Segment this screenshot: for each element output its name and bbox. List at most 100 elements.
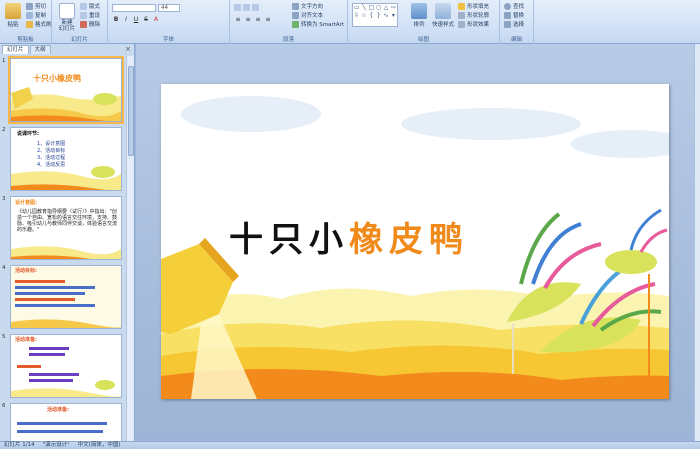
slide-thumb-5[interactable]: 活动准备: <box>10 334 122 398</box>
textbox-shape-icon[interactable]: ▭ <box>353 4 360 12</box>
thumbnail-list: 1 十只小橡皮鸭 2 说课环节: 1、设计意图 2、活动目标 3、活动过程 4、… <box>0 56 127 441</box>
layout-icon <box>80 2 87 10</box>
select-icon <box>504 20 511 28</box>
thumb-4-title: 活动目标: <box>15 268 37 274</box>
shape-outline-button[interactable]: 形状轮廓 <box>458 11 489 19</box>
bold-button[interactable]: B <box>112 16 120 24</box>
font-size-combo[interactable]: 44 <box>158 4 180 12</box>
thumb-3-body: 《幼儿园教育指导纲要（试行）》中指出："创造一个自由、宽松的语言交往环境，支持、… <box>17 209 118 233</box>
close-icon[interactable]: × <box>125 45 131 53</box>
thumb-1-art <box>11 59 121 121</box>
clipboard-group: 粘贴 剪切 复制 格式刷 剪贴板 <box>0 0 52 44</box>
paragraph-group: 文字方向 对齐文本 转换为 SmartArt ≡ ≡ ≡ ≡ 段落 <box>230 0 348 44</box>
new-slide-button[interactable]: 新建 幻灯片 <box>56 3 78 32</box>
status-bar: 幻灯片 1/14 "演示设计" 中文(简体，中国) <box>0 441 700 449</box>
list-buttons-row <box>234 3 259 11</box>
main-vertical-scrollbar[interactable] <box>694 44 700 441</box>
italic-button[interactable]: I <box>122 16 130 24</box>
smartart-icon <box>292 20 299 28</box>
slide-title[interactable]: 十只小橡皮鸭 <box>229 212 469 261</box>
curve-shape-icon[interactable]: ∿ <box>382 12 389 20</box>
slide-thumb-6[interactable]: 活动准备: <box>10 403 122 441</box>
brace2-shape-icon[interactable]: } <box>375 12 382 20</box>
find-icon <box>504 2 511 10</box>
slide-counter: 幻灯片 1/14 <box>4 442 35 448</box>
indent-icon[interactable] <box>252 3 259 11</box>
thumb-4-art <box>11 266 121 328</box>
thumb-2-item: 3、活动过程 <box>37 155 66 161</box>
tab-slides[interactable]: 幻灯片 <box>2 45 29 54</box>
slide-editing-area: 十只小橡皮鸭 <box>136 44 700 441</box>
shape-effects-button[interactable]: 形状效果 <box>458 20 489 28</box>
reset-icon <box>80 11 87 19</box>
slide-thumb-1[interactable]: 十只小橡皮鸭 <box>8 56 124 124</box>
slide-title-orange: 橡皮鸭 <box>349 220 469 260</box>
copy-button[interactable]: 复制 <box>26 11 46 19</box>
more-shapes-icon[interactable]: ▾ <box>390 12 397 20</box>
thumb-6-title: 活动准备: <box>47 407 69 413</box>
star-shape-icon[interactable]: ☆ <box>360 12 367 20</box>
delete-slide-button[interactable]: 删除 <box>80 20 100 28</box>
brace-shape-icon[interactable]: { <box>368 12 375 20</box>
thumb-2-art <box>11 128 121 190</box>
thumb-number: 5 <box>2 334 6 340</box>
current-slide[interactable]: 十只小橡皮鸭 <box>161 84 669 399</box>
scroll-thumb[interactable] <box>128 66 134 156</box>
oval-shape-icon[interactable]: ○ <box>375 4 382 12</box>
thumb-5-art <box>11 335 121 397</box>
replace-button[interactable]: 替换 <box>504 11 524 19</box>
justify-icon[interactable]: ≡ <box>264 16 272 24</box>
line-shape-icon[interactable]: ╲ <box>360 4 367 12</box>
cut-button[interactable]: 剪切 <box>26 2 46 10</box>
triangle-shape-icon[interactable]: △ <box>382 4 389 12</box>
brush-icon <box>26 20 33 28</box>
shapes-gallery[interactable]: ▭ ╲ □ ○ △ ⇨ ⇩ ☆ { } ∿ ▾ <box>352 3 398 27</box>
strikethrough-button[interactable]: S <box>142 16 150 24</box>
align-text-button[interactable]: 对齐文本 <box>292 11 323 19</box>
arrow2-shape-icon[interactable]: ⇩ <box>353 12 360 20</box>
align-text-icon <box>292 11 299 19</box>
font-name-combo[interactable] <box>112 4 156 12</box>
copy-icon <box>26 11 33 19</box>
thumb-3-title: 设计意图: <box>15 200 37 206</box>
align-left-icon[interactable]: ≡ <box>234 16 242 24</box>
reset-button[interactable]: 重设 <box>80 11 100 19</box>
language-indicator[interactable]: 中文(简体，中国) <box>78 442 121 449</box>
format-painter-button[interactable]: 格式刷 <box>26 20 52 28</box>
thumb-2-item: 4、活动反思 <box>37 162 66 168</box>
effects-icon <box>458 20 465 28</box>
quick-styles-button[interactable]: 快速样式 <box>432 3 454 28</box>
text-direction-button[interactable]: 文字方向 <box>292 2 323 10</box>
slide-title-black: 十只小 <box>229 220 349 260</box>
rect-shape-icon[interactable]: □ <box>368 4 375 12</box>
arrange-button[interactable]: 排列 <box>408 3 430 28</box>
drawing-group: ▭ ╲ □ ○ △ ⇨ ⇩ ☆ { } ∿ ▾ 排列 快速样式 形状填充 形状轮… <box>348 0 500 44</box>
smartart-button[interactable]: 转换为 SmartArt <box>292 20 344 28</box>
numbering-icon[interactable] <box>243 3 250 11</box>
tab-outline[interactable]: 大纲 <box>29 45 51 54</box>
thumb-number: 3 <box>2 196 6 202</box>
arrow-shape-icon[interactable]: ⇨ <box>390 4 397 12</box>
shape-fill-button[interactable]: 形状填充 <box>458 2 489 10</box>
thumb-number: 1 <box>2 58 6 64</box>
slide-thumb-4[interactable]: 活动目标: <box>10 265 122 329</box>
font-color-button[interactable]: A <box>152 16 160 24</box>
select-button[interactable]: 选择 <box>504 20 524 28</box>
replace-icon <box>504 11 511 19</box>
underline-button[interactable]: U <box>132 16 140 24</box>
align-right-icon[interactable]: ≡ <box>254 16 262 24</box>
thumbnail-scrollbar[interactable] <box>126 56 134 441</box>
paste-button[interactable]: 粘贴 <box>2 3 24 28</box>
layout-button[interactable]: 版式 <box>80 2 100 10</box>
slide-thumb-2[interactable]: 说课环节: 1、设计意图 2、活动目标 3、活动过程 4、活动反思 <box>10 127 122 191</box>
bullets-icon[interactable] <box>234 3 241 11</box>
slides-group: 新建 幻灯片 版式 重设 删除 幻灯片 <box>52 0 108 44</box>
ribbon: 粘贴 剪切 复制 格式刷 剪贴板 新建 幻灯片 版式 重设 删除 幻灯片 44 <box>0 0 700 44</box>
align-center-icon[interactable]: ≡ <box>244 16 252 24</box>
thumb-2-item: 1、设计意图 <box>37 141 66 147</box>
slide-thumbnail-pane: 幻灯片 大纲 × 1 十只小橡皮鸭 2 说课环节: 1、设计意图 2、活动目标 … <box>0 44 135 441</box>
slide-thumb-3[interactable]: 设计意图: 《幼儿园教育指导纲要（试行）》中指出："创造一个自由、宽松的语言交往… <box>10 196 122 260</box>
find-button[interactable]: 查找 <box>504 2 524 10</box>
theme-name: "演示设计" <box>42 442 70 448</box>
outline-icon <box>458 11 465 19</box>
